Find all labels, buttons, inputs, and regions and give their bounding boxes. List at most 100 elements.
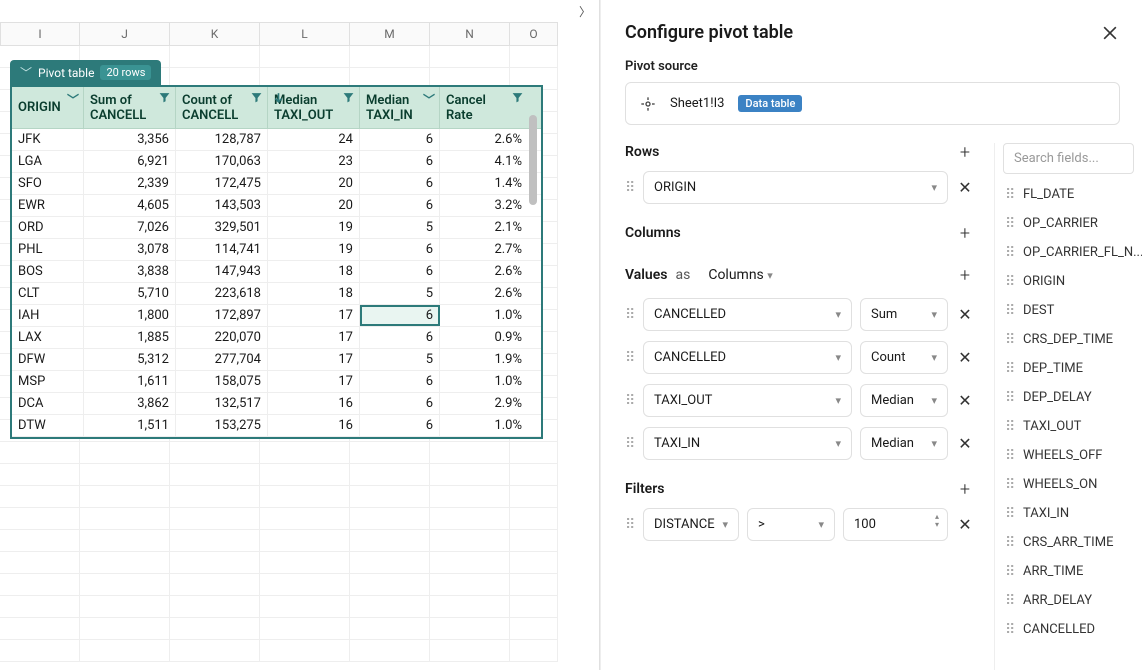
grid-cell[interactable] (170, 486, 260, 508)
field-list-item[interactable]: WHEELS_ON (997, 470, 1142, 499)
pivot-cell[interactable]: EWR (12, 195, 84, 216)
pivot-cell[interactable]: 143,503 (176, 195, 268, 216)
drag-handle-icon[interactable] (1005, 536, 1015, 550)
pivot-cell[interactable]: 6 (360, 305, 440, 326)
pivot-cell[interactable]: 6 (360, 327, 440, 348)
pivot-cell[interactable]: 16 (268, 393, 360, 414)
pivot-cell[interactable]: 6 (360, 151, 440, 172)
drag-handle-icon[interactable] (1005, 362, 1015, 376)
grid-cell[interactable] (80, 574, 170, 596)
pivot-cell[interactable]: LAX (12, 327, 84, 348)
field-list-item[interactable]: FL_DATE (997, 180, 1142, 209)
pivot-cell[interactable]: 147,943 (176, 261, 268, 282)
pivot-cell[interactable]: 5,710 (84, 283, 176, 304)
grid-cell[interactable] (260, 618, 350, 640)
pivot-cell[interactable]: 19 (268, 217, 360, 238)
pivot-cell[interactable]: 2.6% (440, 261, 528, 282)
grid-cell[interactable] (170, 640, 260, 662)
grid-cell[interactable] (80, 464, 170, 486)
grid-cell[interactable] (510, 596, 558, 618)
value-field-select[interactable]: CANCELLED▾ (643, 341, 852, 374)
drag-handle-icon[interactable] (1005, 304, 1015, 318)
grid-cell[interactable] (430, 640, 510, 662)
column-header[interactable]: I (0, 22, 80, 46)
grid-cell[interactable] (80, 508, 170, 530)
grid-cell[interactable] (350, 464, 430, 486)
pivot-cell[interactable]: 1,800 (84, 305, 176, 326)
pivot-cell[interactable]: LGA (12, 151, 84, 172)
grid-cell[interactable] (350, 552, 430, 574)
pivot-column-header[interactable]: Sum ofCANCELL (84, 87, 176, 128)
filter-icon[interactable] (250, 91, 263, 107)
pivot-cell[interactable]: 20 (268, 195, 360, 216)
grid-cell[interactable] (350, 596, 430, 618)
grid-cell[interactable] (170, 574, 260, 596)
grid-cell[interactable] (80, 486, 170, 508)
grid-cell[interactable] (430, 574, 510, 596)
grid-cell[interactable] (430, 618, 510, 640)
column-header[interactable]: K (170, 22, 260, 46)
column-header[interactable]: J (80, 22, 170, 46)
pivot-cell[interactable]: 132,517 (176, 393, 268, 414)
filter-value-input[interactable]: 100▴▾ (843, 508, 948, 541)
add-filter-button[interactable]: + (956, 480, 974, 498)
pivot-cell[interactable]: 3,838 (84, 261, 176, 282)
grid-cell[interactable] (510, 640, 558, 662)
grid-cell[interactable] (510, 464, 558, 486)
pivot-cell[interactable]: CLT (12, 283, 84, 304)
grid-cell[interactable] (510, 486, 558, 508)
pivot-cell[interactable]: DTW (12, 415, 84, 436)
pivot-column-header[interactable]: MedianTAXI_IN﹀ (360, 87, 440, 128)
pivot-cell[interactable]: 6,921 (84, 151, 176, 172)
pivot-column-header[interactable]: ORIGIN﹀ (12, 87, 84, 128)
grid-cell[interactable] (430, 442, 510, 464)
pivot-scrollbar[interactable] (529, 115, 537, 205)
column-header[interactable]: L (260, 22, 350, 46)
add-value-button[interactable]: + (956, 266, 974, 284)
grid-cell[interactable] (0, 618, 80, 640)
field-list-item[interactable]: ARR_TIME (997, 557, 1142, 586)
drag-handle-icon[interactable] (1005, 246, 1015, 260)
grid-cell[interactable] (510, 530, 558, 552)
pivot-cell[interactable]: 16 (268, 415, 360, 436)
drag-handle-icon[interactable] (1005, 391, 1015, 405)
drag-handle-icon[interactable] (1005, 449, 1015, 463)
row-field-select[interactable]: ORIGIN▾ (643, 171, 948, 204)
collapse-panel-chevron-icon[interactable]: 〉 (579, 3, 591, 20)
pivot-cell[interactable]: 158,075 (176, 371, 268, 392)
filter-icon[interactable] (511, 91, 524, 107)
grid-cell[interactable] (170, 464, 260, 486)
pivot-cell[interactable]: IAH (12, 305, 84, 326)
pivot-cell[interactable]: SFO (12, 173, 84, 194)
pivot-cell[interactable]: 6 (360, 371, 440, 392)
pivot-column-header[interactable]: CancelRate (440, 87, 528, 128)
drag-handle-icon[interactable] (625, 518, 635, 532)
value-field-select[interactable]: TAXI_OUT▾ (643, 384, 852, 417)
drag-handle-icon[interactable] (1005, 217, 1015, 231)
remove-button[interactable]: ✕ (956, 178, 974, 197)
pivot-source-box[interactable]: Sheet1!I3 Data table (625, 82, 1120, 125)
field-list-item[interactable]: ORIGIN (997, 267, 1142, 296)
pivot-cell[interactable]: 3.2% (440, 195, 528, 216)
field-list-item[interactable]: DEP_DELAY (997, 383, 1142, 412)
field-list-item[interactable]: DEP_TIME (997, 354, 1142, 383)
pivot-cell[interactable]: JFK (12, 129, 84, 150)
grid-cell[interactable] (260, 574, 350, 596)
close-icon[interactable] (1100, 23, 1120, 43)
filter-icon[interactable] (158, 91, 171, 107)
stepper-icon[interactable]: ▴▾ (935, 513, 939, 529)
grid-cell[interactable] (170, 596, 260, 618)
grid-cell[interactable] (260, 552, 350, 574)
grid-cell[interactable] (350, 486, 430, 508)
field-list-item[interactable]: TAXI_IN (997, 499, 1142, 528)
pivot-cell[interactable]: 5 (360, 217, 440, 238)
grid-cell[interactable] (260, 486, 350, 508)
field-list-item[interactable]: DEST (997, 296, 1142, 325)
grid-cell[interactable] (0, 442, 80, 464)
value-agg-select[interactable]: Median▾ (860, 427, 948, 460)
pivot-cell[interactable]: 17 (268, 371, 360, 392)
pivot-cell[interactable]: 5,312 (84, 349, 176, 370)
pivot-cell[interactable]: DCA (12, 393, 84, 414)
grid-cell[interactable] (80, 530, 170, 552)
pivot-cell[interactable]: 20 (268, 173, 360, 194)
